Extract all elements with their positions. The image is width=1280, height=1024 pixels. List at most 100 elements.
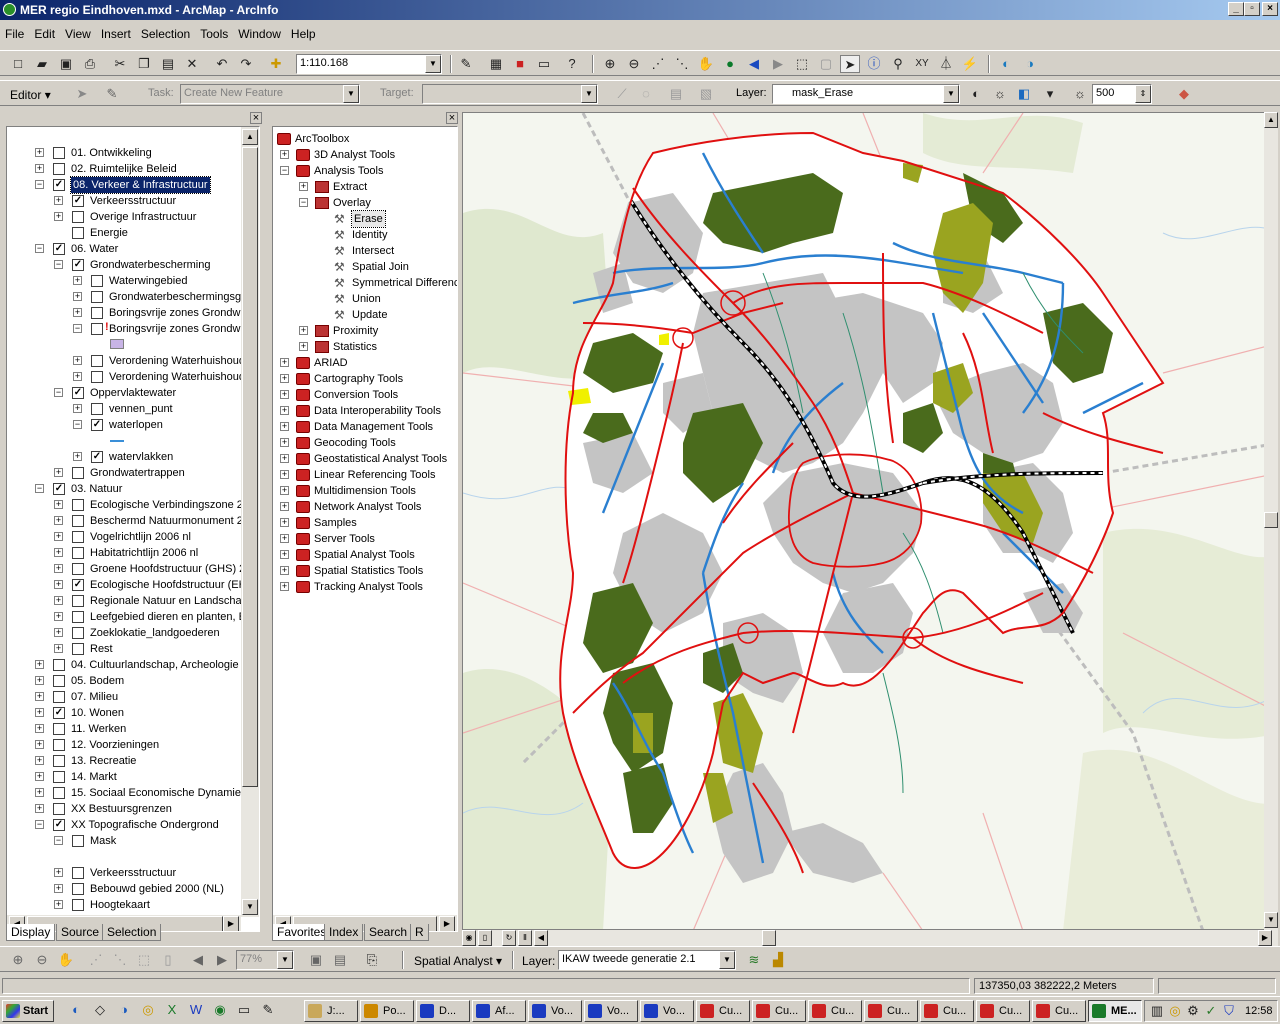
display-effects-icon[interactable]: ▾ [1040,85,1060,103]
editor-toolbar-icon[interactable]: ✎ [456,55,476,73]
map-hscrollbar[interactable]: ◉ ▯ ↻ Ⅱ ◀ ▶ [462,930,1278,946]
buffer-spin[interactable]: 500 ⇕ [1092,84,1152,104]
toc-layer-label[interactable]: Regionale Natuur en Landschap [90,593,248,609]
layer-checkbox[interactable] [53,739,65,751]
vscroll-thumb[interactable] [1264,512,1278,528]
close-icon[interactable]: × [446,112,458,124]
layer-checkbox[interactable] [91,355,103,367]
scroll-right-icon[interactable]: ▶ [223,916,239,931]
layer-checkbox[interactable] [72,547,84,559]
focus-frame-icon[interactable]: ▤ [330,951,350,969]
minimize-button[interactable]: _ [1228,2,1244,16]
layer-checkbox[interactable]: ✓ [53,819,65,831]
taskbar-item[interactable]: Cu... [808,1000,862,1022]
arccatalog-icon[interactable]: ▦ [486,55,506,73]
collapse-icon[interactable]: − [35,484,44,493]
layer-checkbox[interactable] [72,595,84,607]
collapse-icon[interactable]: − [54,836,63,845]
tab-search[interactable]: Search [364,924,413,941]
layer-checkbox[interactable] [72,835,84,847]
layer-combo[interactable]: mask_Erase ▼ [772,84,960,104]
zoom-100-icon[interactable]: ⋱ [110,951,130,969]
taskbar-item[interactable]: Cu... [976,1000,1030,1022]
toc-layer-label[interactable]: XX Bestuursgrenzen [71,801,172,817]
toolbox-item-label[interactable]: Geocoding Tools [314,435,396,451]
tab-selection[interactable]: Selection [102,924,162,941]
toc-layer-label[interactable]: Verkeersstructuur [90,865,176,881]
expand-icon[interactable]: + [280,502,289,511]
paste-icon[interactable]: ▤ [158,55,178,73]
toc-layer-label[interactable]: 01. Ontwikkeling [71,145,152,161]
arctoolbox-icon[interactable]: ■ [510,55,530,73]
data-view-icon[interactable]: ◉ [462,930,476,946]
add-data-icon[interactable]: ✚ [266,55,286,73]
scroll-down-icon[interactable]: ▼ [1264,912,1278,928]
expand-icon[interactable]: + [35,164,44,173]
menu-file[interactable]: File [0,24,29,44]
taskbar-item[interactable]: Cu... [920,1000,974,1022]
toolbox-item-label[interactable]: 3D Analyst Tools [314,147,395,163]
layer-checkbox[interactable]: ✓ [72,195,84,207]
collapse-icon[interactable]: − [73,420,82,429]
toc-layer-label[interactable]: Energie [90,225,128,241]
toolbox-item-label[interactable]: Tracking Analyst Tools [314,579,423,595]
collapse-icon[interactable]: − [299,198,308,207]
toolbox-item-label[interactable]: Network Analyst Tools [314,499,421,515]
tray-network-icon[interactable]: ▥ [1147,1002,1167,1020]
quicklaunch-ie-icon[interactable]: ◐ [66,1001,86,1019]
toolbox-item-label[interactable]: Intersect [352,243,394,259]
sa-layer-combo[interactable]: IKAW tweede generatie 2.1 ▼ [558,950,736,970]
toolbox-item-label[interactable]: ArcToolbox [295,131,349,147]
taskbar-item[interactable]: Cu... [752,1000,806,1022]
layer-checkbox[interactable] [91,291,103,303]
layer-checkbox[interactable] [72,515,84,527]
layer-checkbox[interactable]: ✓ [53,243,65,255]
toc-layer-label[interactable]: Boringsvrije zones Grondwa [109,305,247,321]
toc-layer-label[interactable]: 13. Recreatie [71,753,136,769]
expand-icon[interactable]: + [54,468,63,477]
toc-layer-label[interactable]: Groene Hoofdstructuur (GHS) 2 [90,561,245,577]
layer-checkbox[interactable]: ✓ [72,387,84,399]
menu-selection[interactable]: Selection [136,24,195,44]
fixed-zoom-out-icon[interactable]: ⋱ [672,55,692,73]
toolbox-item-label[interactable]: Server Tools [314,531,375,547]
taskbar-item[interactable]: J:... [304,1000,358,1022]
layer-checkbox[interactable] [72,643,84,655]
expand-icon[interactable]: + [73,452,82,461]
taskbar-item[interactable]: Vo... [528,1000,582,1022]
expand-icon[interactable]: + [73,372,82,381]
toolbox-item-label[interactable]: Conversion Tools [314,387,398,403]
layer-checkbox[interactable] [91,275,103,287]
taskbar-item[interactable]: Cu... [864,1000,918,1022]
expand-icon[interactable]: + [54,548,63,557]
command-line-icon[interactable]: ▭ [534,55,554,73]
expand-icon[interactable]: + [54,212,63,221]
expand-icon[interactable]: + [54,628,63,637]
expand-icon[interactable]: + [54,596,63,605]
expand-icon[interactable]: + [54,532,63,541]
toolbox-item-label[interactable]: Identity [352,227,387,243]
taskbar-item[interactable]: Po... [360,1000,414,1022]
clear-selection-icon[interactable]: ▢ [816,55,836,73]
toolbox-item-label[interactable]: Spatial Statistics Tools [314,563,423,579]
map-view[interactable] [462,112,1278,930]
chevron-down-icon[interactable]: ▼ [581,85,597,103]
toolbox-item-label[interactable]: Extract [333,179,367,195]
toolbox-item-label[interactable]: Symmetrical Differenc [352,275,457,291]
layer-checkbox[interactable] [72,611,84,623]
select-elements-icon[interactable]: ➤ [840,55,860,73]
layer-checkbox[interactable] [91,403,103,415]
layer-checkbox[interactable] [53,147,65,159]
expand-icon[interactable]: + [54,612,63,621]
expand-icon[interactable]: + [73,356,82,365]
expand-icon[interactable]: + [280,454,289,463]
layer-checkbox[interactable] [53,163,65,175]
expand-icon[interactable]: + [280,550,289,559]
toc-layer-label[interactable]: XX Topografische Ondergrond [71,817,219,833]
pan-icon[interactable]: ✋ [696,55,716,73]
toolbox-item-label[interactable]: Analysis Tools [314,163,384,179]
toc-layer-label[interactable]: Ecologische Hoofdstructuur (EH [90,577,247,593]
toc-layer-label[interactable]: Overige Infrastructuur [90,209,196,225]
toc-scrollbar[interactable]: ▲ ▼ [241,127,259,917]
close-icon[interactable]: × [250,112,262,124]
